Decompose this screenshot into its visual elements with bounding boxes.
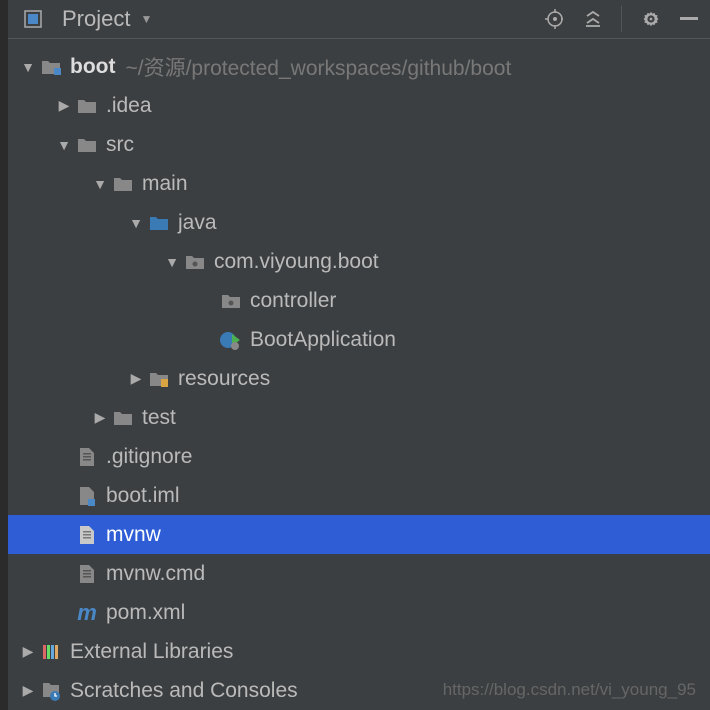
- locate-icon[interactable]: [545, 10, 563, 28]
- expand-toggle-icon[interactable]: ▶: [126, 370, 146, 387]
- minimize-icon[interactable]: [680, 10, 698, 28]
- spring-run-icon: [218, 329, 244, 351]
- node-label: resources: [178, 367, 270, 391]
- folder-icon: [74, 98, 100, 114]
- expand-toggle-icon[interactable]: ▼: [126, 215, 146, 231]
- folder-icon: [110, 410, 136, 426]
- node-label: .idea: [106, 94, 152, 118]
- expand-toggle-icon[interactable]: ▶: [18, 682, 38, 699]
- gear-icon[interactable]: [642, 10, 660, 28]
- node-label: .gitignore: [106, 445, 192, 469]
- collapse-all-icon[interactable]: [583, 10, 601, 28]
- project-view-icon: [20, 10, 46, 28]
- maven-icon: m: [74, 600, 100, 626]
- tree-node-gitignore[interactable]: .gitignore: [8, 437, 710, 476]
- scratches-icon: [38, 681, 64, 701]
- module-folder-icon: [38, 59, 64, 75]
- iml-file-icon: [74, 486, 100, 506]
- tree-node-idea[interactable]: ▶ .idea: [8, 86, 710, 125]
- tree-node-external-libraries[interactable]: ▶ External Libraries: [8, 632, 710, 671]
- node-label: pom.xml: [106, 601, 185, 625]
- node-label: boot.iml: [106, 484, 180, 508]
- tree-node-main[interactable]: ▼ main: [8, 164, 710, 203]
- tree-node-src[interactable]: ▼ src: [8, 125, 710, 164]
- source-folder-icon: [146, 215, 172, 231]
- node-label: controller: [250, 289, 336, 313]
- tree-node-bootapplication[interactable]: BootApplication: [8, 320, 710, 359]
- node-label: test: [142, 406, 176, 430]
- tree-node-mvnw[interactable]: mvnw: [8, 515, 710, 554]
- root-path: ~/资源/protected_workspaces/github/boot: [125, 52, 511, 82]
- tree-node-controller[interactable]: controller: [8, 281, 710, 320]
- tree-node-bootiml[interactable]: boot.iml: [8, 476, 710, 515]
- resources-folder-icon: [146, 371, 172, 387]
- node-label: BootApplication: [250, 328, 396, 352]
- tree-node-java[interactable]: ▼ java: [8, 203, 710, 242]
- tree-node-resources[interactable]: ▶ resources: [8, 359, 710, 398]
- watermark: https://blog.csdn.net/vi_young_95: [443, 680, 696, 700]
- file-icon: [74, 447, 100, 467]
- expand-toggle-icon[interactable]: ▼: [90, 176, 110, 192]
- node-label: com.viyoung.boot: [214, 250, 379, 274]
- expand-toggle-icon[interactable]: ▼: [162, 254, 182, 270]
- tree-node-pom[interactable]: m pom.xml: [8, 593, 710, 632]
- folder-icon: [110, 176, 136, 192]
- expand-toggle-icon[interactable]: ▼: [54, 137, 74, 153]
- expand-toggle-icon[interactable]: ▶: [18, 643, 38, 660]
- folder-icon: [74, 137, 100, 153]
- node-label: src: [106, 133, 134, 157]
- node-label: Scratches and Consoles: [70, 679, 298, 703]
- node-label: mvnw: [106, 523, 161, 547]
- expand-toggle-icon[interactable]: ▶: [54, 97, 74, 114]
- package-icon: [218, 293, 244, 309]
- node-label: External Libraries: [70, 640, 233, 664]
- tree-node-root[interactable]: ▼ boot ~/资源/protected_workspaces/github/…: [8, 47, 710, 86]
- dropdown-arrow-icon[interactable]: ▼: [140, 12, 152, 26]
- node-label: mvnw.cmd: [106, 562, 205, 586]
- expand-toggle-icon[interactable]: ▼: [18, 59, 38, 75]
- file-icon: [74, 525, 100, 545]
- project-toolbar: Project ▼: [8, 0, 710, 39]
- tree-node-package[interactable]: ▼ com.viyoung.boot: [8, 242, 710, 281]
- package-icon: [182, 254, 208, 270]
- file-icon: [74, 564, 100, 584]
- node-label: java: [178, 211, 217, 235]
- node-label: main: [142, 172, 188, 196]
- library-icon: [38, 643, 64, 661]
- expand-toggle-icon[interactable]: ▶: [90, 409, 110, 426]
- toolbar-divider: [621, 6, 622, 32]
- tree-node-test[interactable]: ▶ test: [8, 398, 710, 437]
- panel-title[interactable]: Project: [62, 6, 130, 32]
- project-tree: ▼ boot ~/资源/protected_workspaces/github/…: [8, 39, 710, 710]
- root-name: boot: [70, 55, 115, 79]
- tree-node-mvnwcmd[interactable]: mvnw.cmd: [8, 554, 710, 593]
